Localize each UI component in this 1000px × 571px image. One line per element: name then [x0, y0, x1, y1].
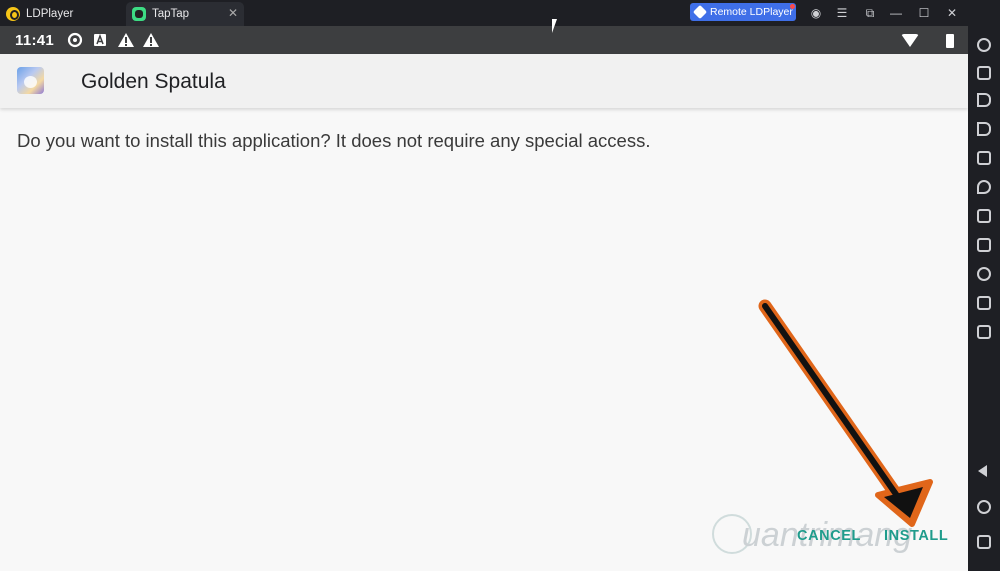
settings-icon[interactable] [977, 38, 991, 52]
emulator-sidebar [968, 26, 1000, 571]
mouse-cursor-icon [552, 19, 562, 33]
tab-label: LDPlayer [26, 8, 74, 20]
account-icon[interactable]: ◉ [808, 5, 824, 21]
app-name: Golden Spatula [81, 70, 226, 93]
more-icon[interactable] [977, 325, 991, 339]
volume-up-icon[interactable] [977, 93, 991, 107]
scissors-icon[interactable] [977, 267, 991, 281]
recent-apps-icon[interactable] [977, 535, 991, 549]
warning-icon [118, 33, 134, 47]
resize-icon[interactable]: ⧉ [862, 5, 878, 21]
wifi-icon [901, 34, 919, 47]
maximize-icon[interactable]: ☐ [916, 5, 932, 21]
notification-a-icon [94, 33, 106, 46]
notification-dot [790, 4, 795, 9]
emulator-window: LDPlayer TapTap ✕ Remote LDPlayer ◉ ☰ ⧉ … [0, 0, 1000, 571]
apk-icon[interactable] [977, 238, 991, 252]
android-status-bar: 11:41 [0, 26, 968, 54]
menu-icon[interactable]: ☰ [834, 5, 850, 21]
back-icon[interactable] [977, 464, 991, 478]
keyboard-icon[interactable] [977, 66, 991, 80]
remote-ldplayer-label: Remote LDPlayer [710, 6, 793, 18]
screenshot-icon[interactable] [977, 151, 991, 165]
tab-ldplayer[interactable]: LDPlayer [6, 2, 124, 26]
install-screen: Golden Spatula Do you want to install th… [0, 54, 968, 571]
close-icon[interactable]: ✕ [944, 5, 960, 21]
app-header: Golden Spatula [0, 54, 968, 108]
warning-icon [143, 33, 159, 47]
tab-taptap[interactable]: TapTap ✕ [126, 2, 244, 26]
install-button[interactable]: INSTALL [884, 528, 948, 544]
golden-spatula-app-icon [17, 67, 44, 94]
install-message: Do you want to install this application?… [17, 130, 651, 151]
status-time: 11:41 [15, 32, 55, 49]
record-icon[interactable] [977, 209, 991, 223]
battery-icon [946, 34, 954, 48]
remote-icon [692, 4, 708, 20]
tab-label: TapTap [152, 8, 190, 20]
ldplayer-logo-icon [6, 7, 20, 21]
minimize-icon[interactable]: — [888, 5, 904, 21]
taptap-logo-icon [132, 7, 146, 21]
home-icon[interactable] [977, 500, 991, 514]
tab-close-icon[interactable]: ✕ [228, 6, 238, 20]
cancel-button[interactable]: CANCEL [797, 528, 861, 544]
video-icon[interactable] [977, 296, 991, 310]
location-icon[interactable] [977, 180, 991, 194]
sync-icon [67, 32, 83, 48]
volume-down-icon[interactable] [977, 122, 991, 136]
title-bar: LDPlayer TapTap ✕ Remote LDPlayer ◉ ☰ ⧉ … [0, 0, 1000, 26]
remote-ldplayer-button[interactable]: Remote LDPlayer [690, 3, 796, 21]
